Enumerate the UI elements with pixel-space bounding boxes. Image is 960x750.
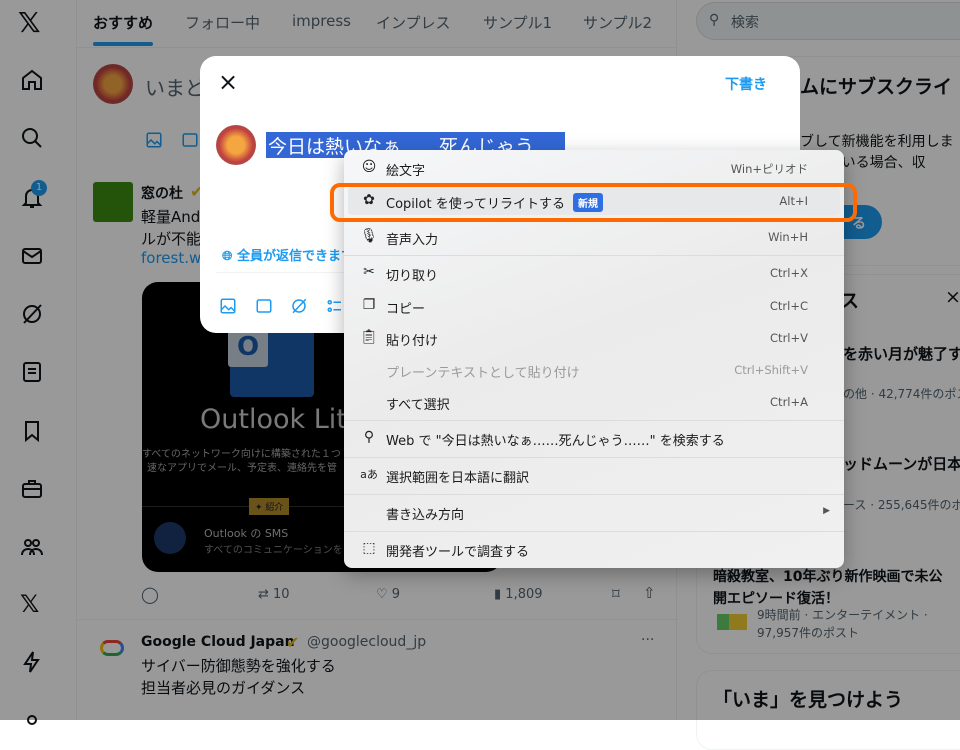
translate-icon: aあ bbox=[360, 468, 378, 481]
microphone-icon: 🎙︎ bbox=[360, 228, 378, 244]
menu-separator bbox=[344, 457, 844, 458]
menu-item-translate[interactable]: aあ 選択範囲を日本語に翻訳 bbox=[348, 461, 840, 489]
inspect-icon: ⬚ bbox=[362, 540, 376, 556]
menu-item-cut[interactable]: ✂ 切り取り Ctrl+X bbox=[348, 259, 840, 287]
avatar bbox=[216, 125, 256, 165]
menu-label: 選択範囲を日本語に翻訳 bbox=[386, 471, 530, 486]
copy-icon: ❐ bbox=[362, 297, 376, 313]
drafts-button[interactable]: 下書き bbox=[725, 74, 767, 94]
menu-label: コピー bbox=[386, 302, 426, 317]
menu-label: Web で "今日は熱いなぁ……死んじゃう……" を検索する bbox=[386, 434, 725, 449]
menu-item-voice-input[interactable]: 🎙︎ 音声入力 Win+H bbox=[348, 223, 840, 251]
menu-shortcut: Win+H bbox=[768, 230, 808, 244]
menu-item-writing-direction[interactable]: 書き込み方向 ▶ bbox=[348, 498, 840, 526]
menu-separator bbox=[344, 420, 844, 421]
menu-label: プレーンテキストとして貼り付け bbox=[386, 366, 580, 381]
menu-shortcut: Ctrl+Shift+V bbox=[734, 363, 808, 377]
menu-label: 絵文字 bbox=[386, 164, 426, 179]
emoji-icon: ☺ bbox=[361, 159, 377, 175]
scissors-icon: ✂ bbox=[363, 264, 375, 280]
menu-shortcut: Ctrl+X bbox=[770, 266, 808, 280]
menu-separator bbox=[344, 531, 844, 532]
close-modal-button[interactable]: × bbox=[218, 68, 238, 96]
menu-item-select-all[interactable]: すべて選択 Ctrl+A bbox=[348, 388, 840, 416]
gif-icon[interactable] bbox=[255, 297, 273, 319]
menu-label: 書き込み方向 bbox=[386, 508, 465, 523]
menu-shortcut: Ctrl+A bbox=[770, 395, 808, 409]
menu-item-inspect[interactable]: ⬚ 開発者ツールで調査する bbox=[348, 535, 840, 563]
reply-setting-button[interactable]: 🌐︎ 全員が返信できます bbox=[222, 245, 354, 264]
menu-label: 貼り付け bbox=[386, 334, 439, 349]
menu-item-paste[interactable]: 📋︎ 貼り付け Ctrl+V bbox=[348, 324, 840, 352]
menu-shortcut: Win+ピリオド bbox=[730, 162, 808, 176]
reply-setting-label: 全員が返信できます bbox=[236, 249, 354, 264]
menu-label: すべて選択 bbox=[386, 398, 450, 413]
menu-item-web-search[interactable]: ⚲ Web で "今日は熱いなぁ……死んじゃう……" を検索する bbox=[348, 424, 840, 452]
search-icon: ⚲ bbox=[363, 429, 375, 445]
menu-label: 音声入力 bbox=[386, 233, 439, 248]
menu-separator bbox=[344, 255, 844, 256]
menu-label: 開発者ツールで調査する bbox=[386, 545, 530, 560]
menu-separator bbox=[344, 494, 844, 495]
submenu-arrow-icon: ▶ bbox=[823, 506, 830, 516]
menu-item-paste-plain: プレーンテキストとして貼り付け Ctrl+Shift+V bbox=[348, 356, 840, 384]
image-icon[interactable] bbox=[219, 297, 237, 319]
menu-shortcut: Ctrl+C bbox=[769, 299, 808, 313]
highlight-annotation bbox=[330, 183, 857, 222]
menu-shortcut: Ctrl+V bbox=[770, 331, 808, 345]
menu-label: 切り取り bbox=[386, 269, 439, 284]
paste-icon: 📋︎ bbox=[360, 329, 378, 345]
poll-icon[interactable] bbox=[326, 297, 344, 319]
menu-item-copy[interactable]: ❐ コピー Ctrl+C bbox=[348, 292, 840, 320]
menu-item-emoji[interactable]: ☺ 絵文字 Win+ピリオド bbox=[348, 154, 840, 182]
grok-icon[interactable] bbox=[290, 297, 308, 319]
